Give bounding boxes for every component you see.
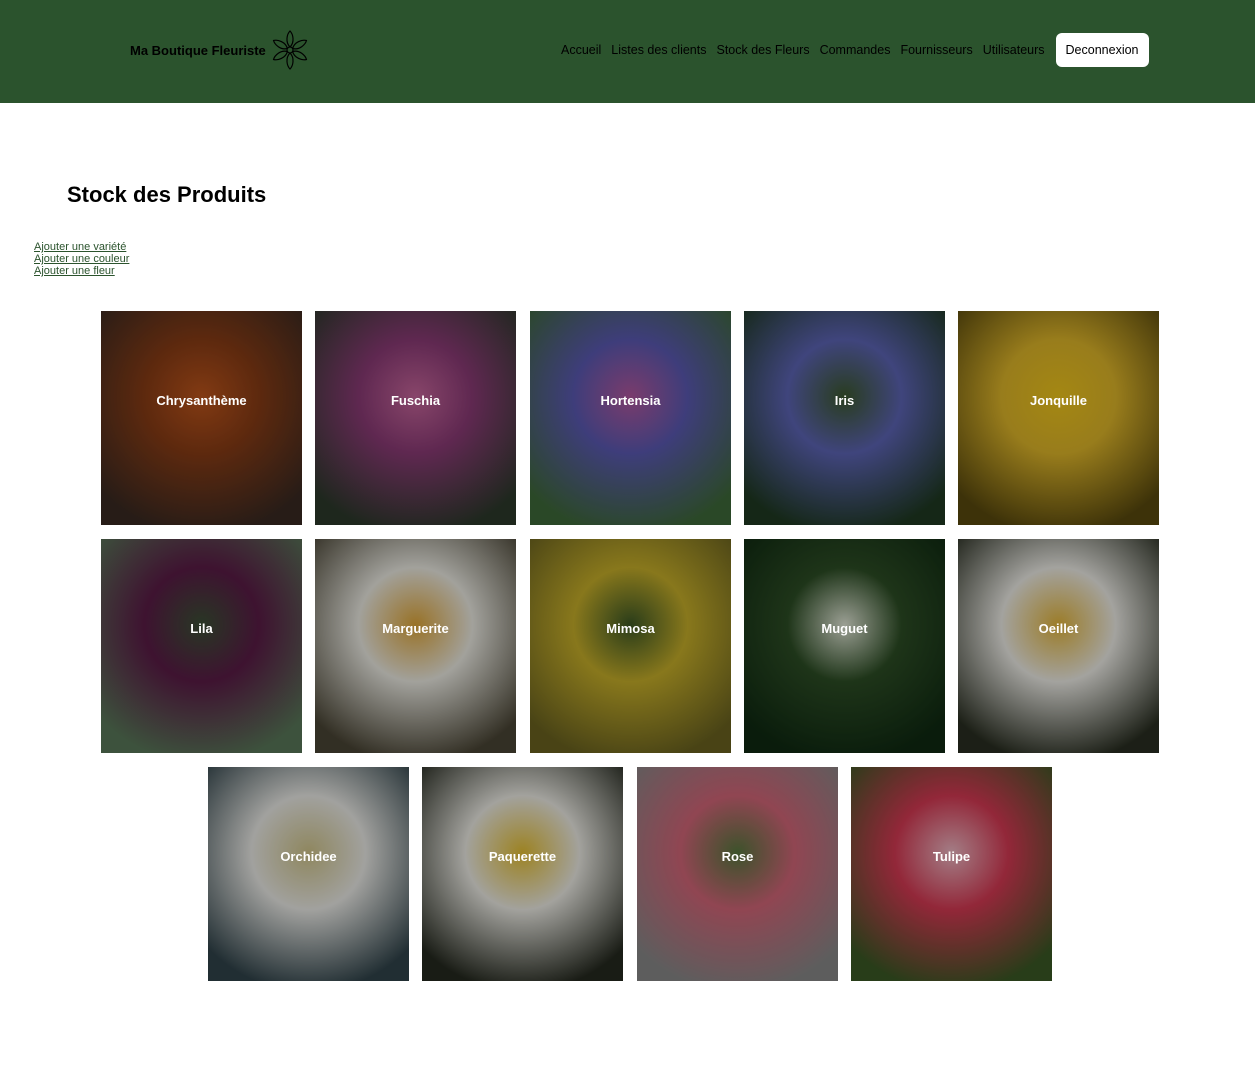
nav-commandes[interactable]: Commandes (820, 43, 891, 57)
flower-card-label: Oeillet (1038, 621, 1079, 636)
image-overlay (208, 767, 409, 981)
flower-card[interactable]: Chrysanthème (101, 311, 302, 525)
nav-listes-clients[interactable]: Listes des clients (611, 43, 706, 57)
flower-card[interactable]: Jonquille (958, 311, 1159, 525)
image-overlay (851, 767, 1052, 981)
flower-card-label: Orchidee (280, 849, 337, 864)
flower-card[interactable]: Tulipe (851, 767, 1052, 981)
nav-fournisseurs[interactable]: Fournisseurs (900, 43, 972, 57)
flower-card[interactable]: Iris (744, 311, 945, 525)
flower-card[interactable]: Lila (101, 539, 302, 753)
flower-card[interactable]: Mimosa (530, 539, 731, 753)
flower-card-label: Chrysanthème (156, 393, 247, 408)
flower-card-label: Tulipe (932, 849, 971, 864)
image-overlay (637, 767, 838, 981)
add-variety-link[interactable]: Ajouter une variété (34, 241, 129, 253)
image-overlay (315, 311, 516, 525)
brand-name: Ma Boutique Fleuriste (130, 42, 266, 58)
image-overlay (315, 539, 516, 753)
nav-utilisateurs[interactable]: Utilisateurs (983, 43, 1045, 57)
flower-card[interactable]: Oeillet (958, 539, 1159, 753)
flower-card-label: Paquerette (488, 849, 557, 864)
flower-card[interactable]: Muguet (744, 539, 945, 753)
image-overlay (744, 311, 945, 525)
nav-stock-fleurs[interactable]: Stock des Fleurs (716, 43, 809, 57)
flower-card-label: Jonquille (1029, 393, 1088, 408)
flower-card[interactable]: Fuschia (315, 311, 516, 525)
flower-card-label: Fuschia (390, 393, 441, 408)
flower-card-label: Iris (834, 393, 855, 408)
image-overlay (101, 539, 302, 753)
flower-card-label: Mimosa (606, 621, 655, 636)
flower-card-label: Marguerite (382, 621, 449, 636)
flower-card[interactable]: Hortensia (530, 311, 731, 525)
page-title: Stock des Produits (67, 182, 267, 207)
flower-logo-icon (272, 30, 307, 70)
add-color-link[interactable]: Ajouter une couleur (34, 253, 129, 265)
flower-card[interactable]: Orchidee (208, 767, 409, 981)
flower-card[interactable]: Marguerite (315, 539, 516, 753)
image-overlay (422, 767, 623, 981)
flower-card[interactable]: Paquerette (422, 767, 623, 981)
add-flower-link[interactable]: Ajouter une fleur (34, 265, 129, 277)
image-overlay (958, 539, 1159, 753)
image-overlay (101, 311, 302, 525)
flower-card-label: Muguet (821, 621, 868, 636)
site-header: Ma Boutique Fleuriste Accueil Listes des… (0, 0, 1255, 103)
image-overlay (530, 311, 731, 525)
action-links: Ajouter une variété Ajouter une couleur … (34, 241, 129, 277)
flower-card[interactable]: Rose (637, 767, 838, 981)
image-overlay (744, 539, 945, 753)
flower-card-label: Hortensia (600, 393, 661, 408)
flower-card-label: Lila (190, 621, 213, 636)
image-overlay (530, 539, 731, 753)
image-overlay (958, 311, 1159, 525)
flower-card-label: Rose (721, 849, 754, 864)
main-nav: Accueil Listes des clients Stock des Fle… (561, 33, 1149, 67)
logout-button[interactable]: Deconnexion (1055, 33, 1149, 67)
nav-accueil[interactable]: Accueil (561, 43, 601, 57)
brand[interactable]: Ma Boutique Fleuriste (130, 30, 308, 70)
